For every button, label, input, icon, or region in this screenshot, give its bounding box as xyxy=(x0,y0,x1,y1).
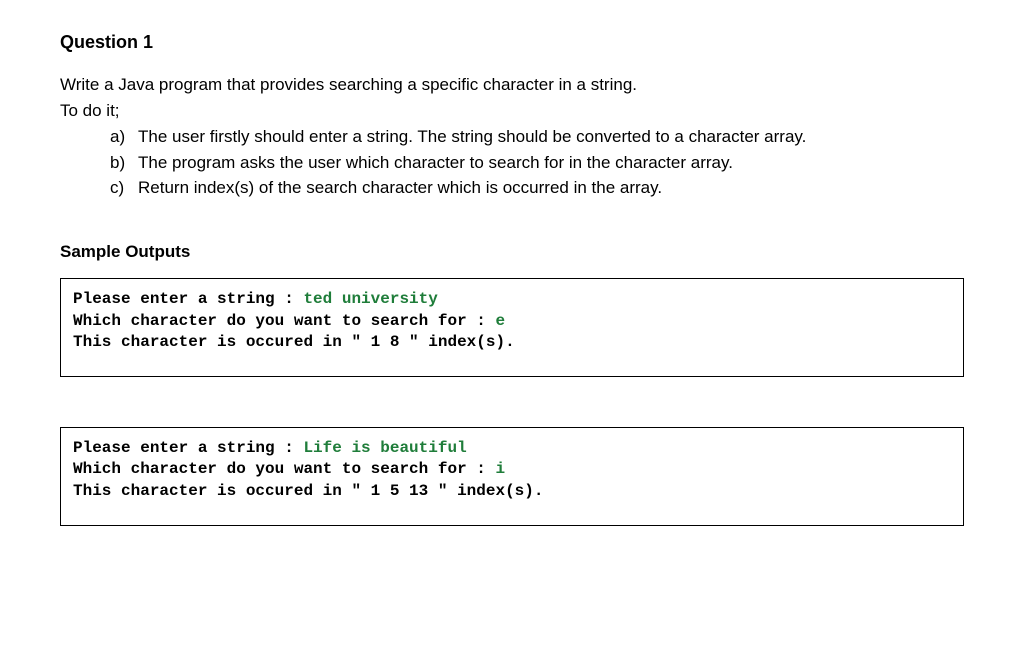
list-text-b: The program asks the user which characte… xyxy=(138,151,733,175)
output-line: This character is occured in " 1 5 13 " … xyxy=(73,481,951,503)
prompt-text: Which character do you want to search fo… xyxy=(73,460,495,478)
list-marker-c: c) xyxy=(110,176,138,200)
user-input: Life is beautiful xyxy=(303,439,466,457)
prompt-text: Please enter a string : xyxy=(73,290,303,308)
output-line: Please enter a string : Life is beautifu… xyxy=(73,438,951,460)
todo-label: To do it; xyxy=(60,99,964,123)
list-marker-b: b) xyxy=(110,151,138,175)
output-box-2: Please enter a string : Life is beautifu… xyxy=(60,427,964,526)
list-text-a: The user firstly should enter a string. … xyxy=(138,125,806,149)
user-input: ted university xyxy=(303,290,437,308)
instruction-list: a) The user firstly should enter a strin… xyxy=(60,125,964,200)
output-line: Which character do you want to search fo… xyxy=(73,459,951,481)
question-title: Question 1 xyxy=(60,30,964,55)
user-input: i xyxy=(495,460,505,478)
list-item: c) Return index(s) of the search charact… xyxy=(110,176,964,200)
list-item: a) The user firstly should enter a strin… xyxy=(110,125,964,149)
list-marker-a: a) xyxy=(110,125,138,149)
intro-text: Write a Java program that provides searc… xyxy=(60,73,964,97)
prompt-text: Which character do you want to search fo… xyxy=(73,312,495,330)
sample-outputs-title: Sample Outputs xyxy=(60,240,964,264)
output-line: Please enter a string : ted university xyxy=(73,289,951,311)
output-line: Which character do you want to search fo… xyxy=(73,311,951,333)
prompt-text: Please enter a string : xyxy=(73,439,303,457)
list-item: b) The program asks the user which chara… xyxy=(110,151,964,175)
output-line: This character is occured in " 1 8 " ind… xyxy=(73,332,951,354)
user-input: e xyxy=(495,312,505,330)
list-text-c: Return index(s) of the search character … xyxy=(138,176,662,200)
output-box-1: Please enter a string : ted university W… xyxy=(60,278,964,377)
